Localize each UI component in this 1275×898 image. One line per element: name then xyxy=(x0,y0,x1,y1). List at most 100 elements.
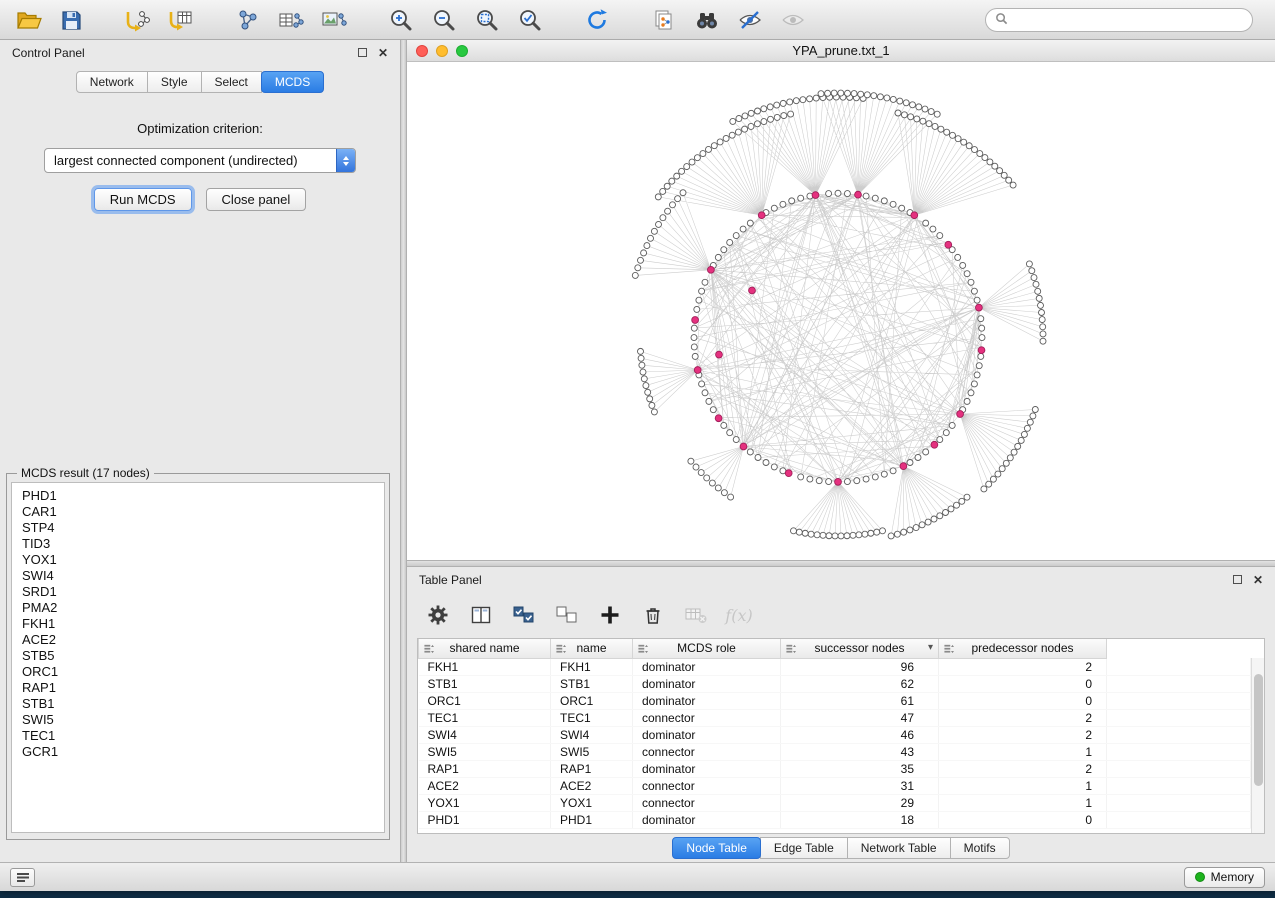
mcds-result-item[interactable]: SWI4 xyxy=(22,568,384,584)
cell-shared_name[interactable]: SWI4 xyxy=(419,726,551,743)
mcds-result-item[interactable]: GCR1 xyxy=(22,744,384,760)
window-minimize-icon[interactable] xyxy=(436,45,448,57)
find-button[interactable] xyxy=(689,4,725,36)
mcds-result-item[interactable]: STB1 xyxy=(22,696,384,712)
table-row[interactable]: YOX1YOX1connector291 xyxy=(419,794,1251,811)
import-table-button[interactable] xyxy=(163,4,199,36)
vertical-scrollbar[interactable] xyxy=(1251,658,1264,833)
cell-predecessors[interactable]: 2 xyxy=(939,760,1107,777)
memory-button[interactable]: Memory xyxy=(1184,867,1265,888)
select-all-rows-button[interactable] xyxy=(507,600,541,630)
table-row[interactable]: ORC1ORC1dominator610 xyxy=(419,692,1251,709)
zoom-selected-button[interactable] xyxy=(512,4,548,36)
cell-shared_name[interactable]: RAP1 xyxy=(419,760,551,777)
cell-role[interactable]: dominator xyxy=(633,675,781,692)
cell-role[interactable]: dominator xyxy=(633,692,781,709)
mcds-result-item[interactable]: TID3 xyxy=(22,536,384,552)
cell-role[interactable]: dominator xyxy=(633,811,781,828)
mcds-result-item[interactable]: ORC1 xyxy=(22,664,384,680)
window-close-icon[interactable] xyxy=(416,45,428,57)
float-table-panel-icon[interactable] xyxy=(1233,575,1242,584)
cell-successors[interactable]: 46 xyxy=(781,726,939,743)
cell-predecessors[interactable]: 0 xyxy=(939,811,1107,828)
mcds-result-item[interactable]: TEC1 xyxy=(22,728,384,744)
cell-successors[interactable]: 29 xyxy=(781,794,939,811)
cell-name[interactable]: SWI4 xyxy=(551,726,633,743)
save-session-button[interactable] xyxy=(53,4,89,36)
cell-predecessors[interactable]: 1 xyxy=(939,743,1107,760)
cell-name[interactable]: FKH1 xyxy=(551,658,633,675)
cell-shared_name[interactable]: PHD1 xyxy=(419,811,551,828)
cell-successors[interactable]: 47 xyxy=(781,709,939,726)
mcds-result-item[interactable]: PMA2 xyxy=(22,600,384,616)
import-network-button[interactable] xyxy=(120,4,156,36)
cell-shared_name[interactable]: TEC1 xyxy=(419,709,551,726)
cell-name[interactable]: TEC1 xyxy=(551,709,633,726)
cell-name[interactable]: STB1 xyxy=(551,675,633,692)
column-header-name[interactable]: name xyxy=(551,639,633,658)
cell-predecessors[interactable]: 0 xyxy=(939,692,1107,709)
deselect-all-rows-button[interactable] xyxy=(550,600,584,630)
table-row[interactable]: TEC1TEC1connector472 xyxy=(419,709,1251,726)
tab-edge-table[interactable]: Edge Table xyxy=(760,837,848,859)
vertical-splitter[interactable] xyxy=(400,40,407,862)
cell-shared_name[interactable]: ACE2 xyxy=(419,777,551,794)
mcds-result-item[interactable]: SWI5 xyxy=(22,712,384,728)
cell-shared_name[interactable]: YOX1 xyxy=(419,794,551,811)
table-row[interactable]: SWI5SWI5connector431 xyxy=(419,743,1251,760)
delete-columns-button[interactable] xyxy=(636,600,670,630)
mcds-result-item[interactable]: PHD1 xyxy=(22,488,384,504)
cell-predecessors[interactable]: 0 xyxy=(939,675,1107,692)
cell-name[interactable]: PHD1 xyxy=(551,811,633,828)
cell-name[interactable]: ACE2 xyxy=(551,777,633,794)
search-input[interactable] xyxy=(1014,13,1243,27)
column-header-successor-nodes[interactable]: successor nodes▾ xyxy=(781,639,939,658)
cell-role[interactable]: connector xyxy=(633,709,781,726)
cell-predecessors[interactable]: 1 xyxy=(939,777,1107,794)
table-row[interactable]: RAP1RAP1dominator352 xyxy=(419,760,1251,777)
float-panel-icon[interactable] xyxy=(358,48,367,57)
column-settings-button[interactable] xyxy=(421,600,455,630)
column-header-shared-name[interactable]: shared name xyxy=(419,639,551,658)
combo-stepper-icon[interactable] xyxy=(336,149,355,172)
close-panel-icon[interactable] xyxy=(378,47,388,59)
mcds-result-item[interactable]: SRD1 xyxy=(22,584,384,600)
tab-select[interactable]: Select xyxy=(201,71,262,93)
mcds-result-item[interactable]: ACE2 xyxy=(22,632,384,648)
mcds-result-item[interactable]: STP4 xyxy=(22,520,384,536)
cell-predecessors[interactable]: 2 xyxy=(939,726,1107,743)
cell-predecessors[interactable]: 2 xyxy=(939,658,1107,675)
cell-successors[interactable]: 62 xyxy=(781,675,939,692)
cell-shared_name[interactable]: SWI5 xyxy=(419,743,551,760)
close-table-panel-icon[interactable] xyxy=(1253,574,1263,586)
mcds-result-item[interactable]: RAP1 xyxy=(22,680,384,696)
zoom-in-button[interactable] xyxy=(383,4,419,36)
apply-layout-button[interactable] xyxy=(579,4,615,36)
criterion-select[interactable]: largest connected component (undirected) xyxy=(44,148,356,173)
copy-network-button[interactable] xyxy=(646,4,682,36)
cell-name[interactable]: RAP1 xyxy=(551,760,633,777)
cell-successors[interactable]: 35 xyxy=(781,760,939,777)
cell-predecessors[interactable]: 1 xyxy=(939,794,1107,811)
cell-name[interactable]: SWI5 xyxy=(551,743,633,760)
cell-successors[interactable]: 61 xyxy=(781,692,939,709)
mcds-result-item[interactable]: FKH1 xyxy=(22,616,384,632)
open-session-button[interactable] xyxy=(10,4,46,36)
show-columns-button[interactable] xyxy=(464,600,498,630)
export-image-button[interactable] xyxy=(316,4,352,36)
tab-motifs[interactable]: Motifs xyxy=(950,837,1010,859)
tab-network-table[interactable]: Network Table xyxy=(847,837,951,859)
column-header-predecessor-nodes[interactable]: predecessor nodes xyxy=(939,639,1107,658)
mcds-result-item[interactable]: STB5 xyxy=(22,648,384,664)
cell-role[interactable]: dominator xyxy=(633,760,781,777)
network-graph[interactable] xyxy=(407,62,1275,560)
cell-successors[interactable]: 43 xyxy=(781,743,939,760)
cell-successors[interactable]: 18 xyxy=(781,811,939,828)
network-from-table-button[interactable] xyxy=(273,4,309,36)
cell-role[interactable]: connector xyxy=(633,743,781,760)
hide-selected-button[interactable] xyxy=(732,4,768,36)
table-row[interactable]: SWI4SWI4dominator462 xyxy=(419,726,1251,743)
cell-name[interactable]: YOX1 xyxy=(551,794,633,811)
tab-mcds[interactable]: MCDS xyxy=(261,71,324,93)
table-row[interactable]: FKH1FKH1dominator962 xyxy=(419,658,1251,675)
